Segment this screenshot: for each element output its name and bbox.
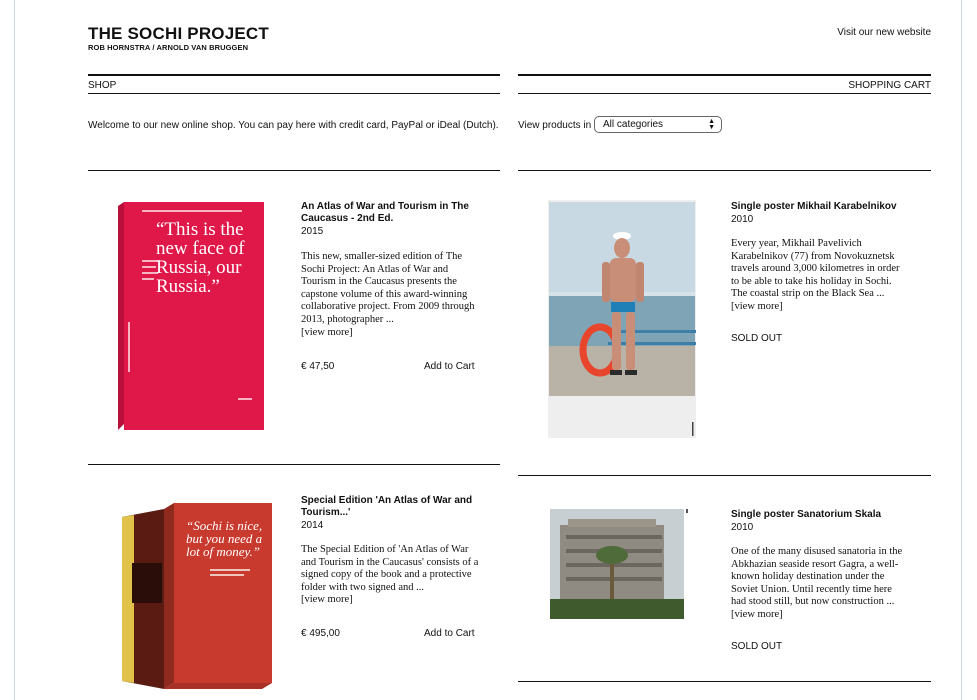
- view-more-link[interactable]: [view more]: [301, 327, 353, 338]
- view-products-label: View products in: [518, 120, 592, 131]
- divider: [88, 464, 500, 465]
- view-more-link[interactable]: [view more]: [731, 609, 783, 620]
- add-to-cart-button[interactable]: Add to Cart: [424, 628, 475, 639]
- view-more-link[interactable]: [view more]: [301, 594, 353, 605]
- product-description: Every year, Mikhail Pavelivich Karabelni…: [731, 238, 909, 314]
- product-description-text: The Special Edition of 'An Atlas of War …: [301, 544, 479, 593]
- product-description-text: Every year, Mikhail Pavelivich Karabelni…: [731, 238, 900, 300]
- product-image-atlas-book[interactable]: “This is the new face of Russia, our Rus…: [118, 202, 264, 430]
- product-price: € 47,50: [301, 361, 335, 372]
- product-image-poster-karabelnikov[interactable]: [548, 200, 696, 438]
- shop-rule: [88, 74, 500, 76]
- product-description-text: One of the many disused sanatoria in the…: [731, 546, 903, 608]
- product-title[interactable]: Special Edition 'An Atlas of War and Tou…: [301, 495, 479, 519]
- product-description: The Special Edition of 'An Atlas of War …: [301, 544, 479, 607]
- cart-rule: [518, 74, 931, 76]
- shopping-cart-label[interactable]: SHOPPING CART: [848, 80, 931, 91]
- product-year: 2015: [301, 226, 324, 237]
- poster-photo-graphic: [549, 202, 696, 436]
- product-image-poster-sanatorium[interactable]: [548, 507, 696, 621]
- product-year: 2010: [731, 214, 754, 225]
- category-select[interactable]: All categories ▲ ▼: [594, 116, 722, 133]
- product-image-special-edition[interactable]: “Sochi is nice, but you need a lot of mo…: [114, 503, 274, 691]
- welcome-text: Welcome to our new online shop. You can …: [88, 120, 499, 131]
- product-title[interactable]: Single poster Mikhail Karabelnikov: [731, 201, 909, 213]
- sold-out-label: SOLD OUT: [731, 333, 783, 344]
- shop-rule-thin: [88, 93, 500, 94]
- product-description-text: This new, smaller-sized edition of The S…: [301, 251, 475, 325]
- site-title[interactable]: THE SOCHI PROJECT: [88, 24, 269, 44]
- product-description: One of the many disused sanatoria in the…: [731, 546, 909, 622]
- divider: [518, 170, 931, 171]
- product-year: 2010: [731, 522, 754, 533]
- product-price: € 495,00: [301, 628, 340, 639]
- product-description: This new, smaller-sized edition of The S…: [301, 251, 479, 339]
- cart-rule-thin: [518, 93, 931, 94]
- site-subtitle: ROB HORNSTRA / ARNOLD VAN BRUGGEN: [88, 43, 249, 52]
- product-title[interactable]: Single poster Sanatorium Skala: [731, 509, 909, 521]
- sanatorium-photo-graphic: [548, 507, 696, 621]
- select-arrows-icon: ▲ ▼: [708, 118, 715, 131]
- divider: [88, 170, 500, 171]
- view-more-link[interactable]: [view more]: [731, 301, 783, 312]
- product-year: 2014: [301, 520, 324, 531]
- slipcase-quote: “Sochi is nice, but you need a lot of mo…: [186, 518, 263, 559]
- new-website-link[interactable]: Visit our new website: [837, 27, 931, 38]
- add-to-cart-button[interactable]: Add to Cart: [424, 361, 475, 372]
- sold-out-label: SOLD OUT: [731, 641, 783, 652]
- book-cover-quote: “This is the new face of Russia, our Rus…: [156, 219, 245, 297]
- shop-label[interactable]: SHOP: [88, 80, 116, 91]
- divider: [518, 475, 931, 476]
- divider: [518, 681, 931, 682]
- category-select-value: All categories: [603, 119, 664, 130]
- product-title[interactable]: An Atlas of War and Tourism in The Cauca…: [301, 201, 479, 225]
